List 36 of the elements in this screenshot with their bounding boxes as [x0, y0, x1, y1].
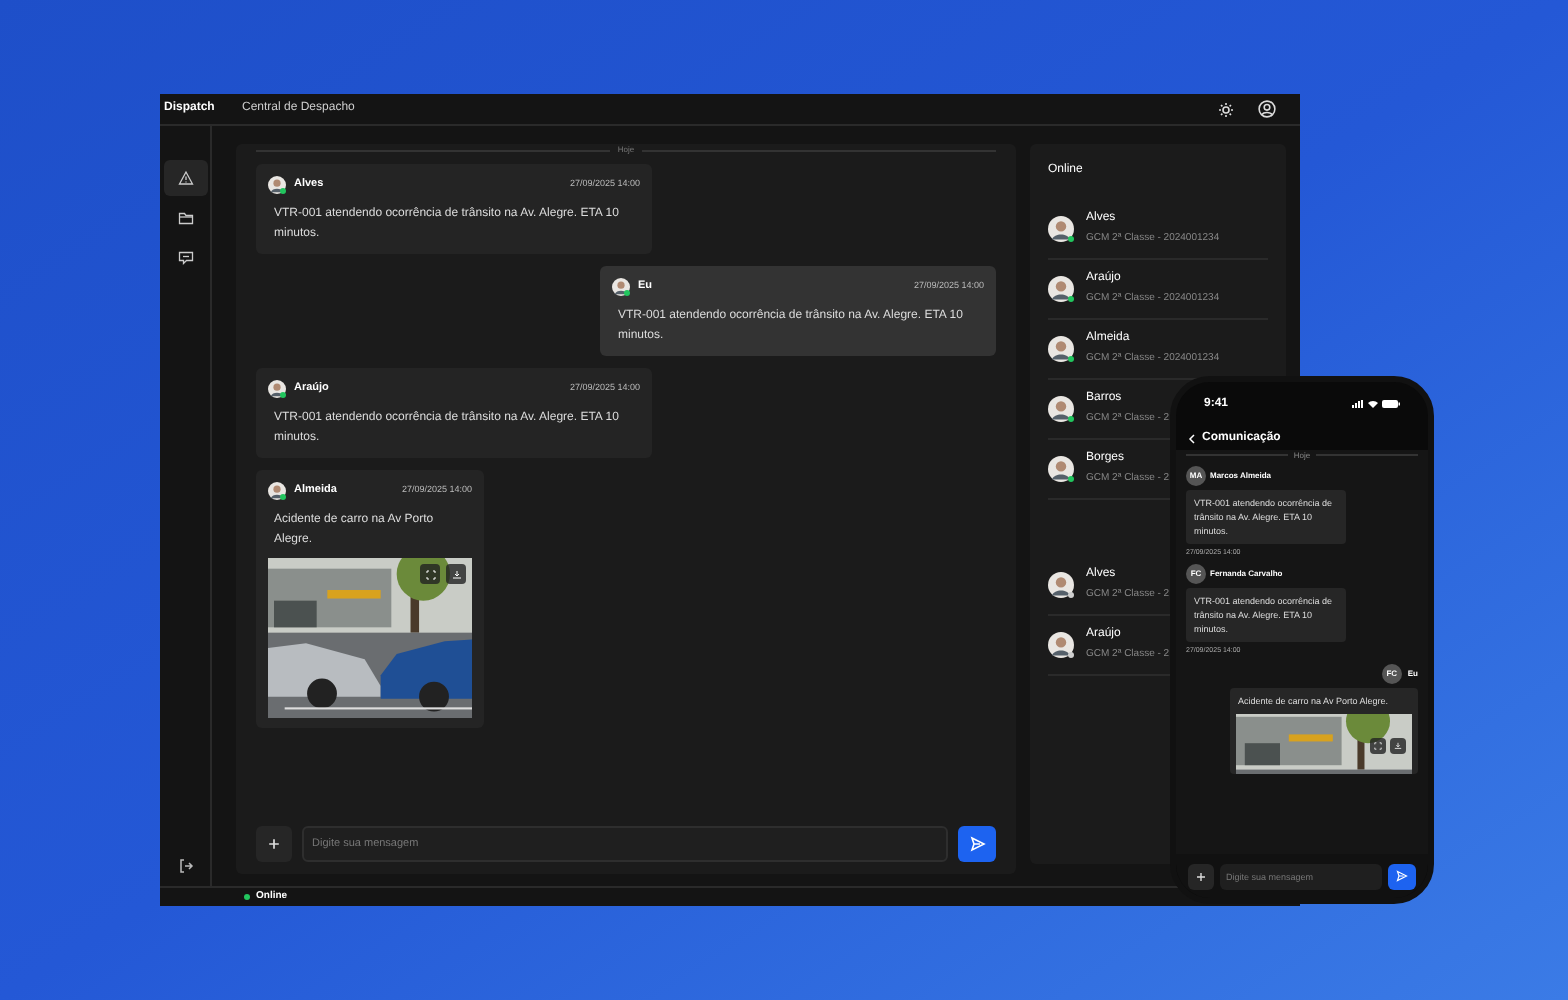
download-button[interactable] [446, 564, 466, 584]
expand-icon [425, 569, 435, 579]
avatar [268, 380, 286, 398]
avatar [1048, 336, 1074, 362]
plus-icon [268, 838, 280, 850]
expand-icon [1374, 741, 1382, 749]
avatar [1048, 396, 1074, 422]
avatar [1048, 632, 1074, 658]
send-icon [969, 836, 985, 852]
battery-icon [1382, 400, 1400, 408]
avatar [1048, 456, 1074, 482]
attach-button[interactable] [1188, 863, 1214, 889]
send-icon [1396, 870, 1408, 882]
download-icon [451, 569, 461, 579]
back-icon[interactable] [1188, 433, 1196, 443]
avatar [1048, 572, 1074, 598]
attach-button[interactable] [256, 826, 292, 862]
chat-icon [177, 250, 193, 266]
user-icon[interactable] [1258, 100, 1276, 118]
send-button[interactable] [958, 826, 996, 862]
avatar [612, 278, 630, 296]
folder-icon [177, 210, 193, 226]
signal-icon [1352, 400, 1364, 408]
nav-button[interactable] [163, 160, 207, 196]
plus-icon [1196, 871, 1206, 881]
avatar [1048, 276, 1074, 302]
logout-icon[interactable] [177, 858, 193, 874]
avatar [1048, 216, 1074, 242]
download-icon [1394, 741, 1402, 749]
sun-icon[interactable] [1218, 101, 1234, 117]
warning-icon [177, 170, 193, 186]
avatar [268, 482, 286, 500]
send-button[interactable] [1388, 863, 1416, 889]
wifi-icon [1368, 400, 1378, 408]
avatar [268, 176, 286, 194]
expand-button[interactable] [420, 564, 440, 584]
